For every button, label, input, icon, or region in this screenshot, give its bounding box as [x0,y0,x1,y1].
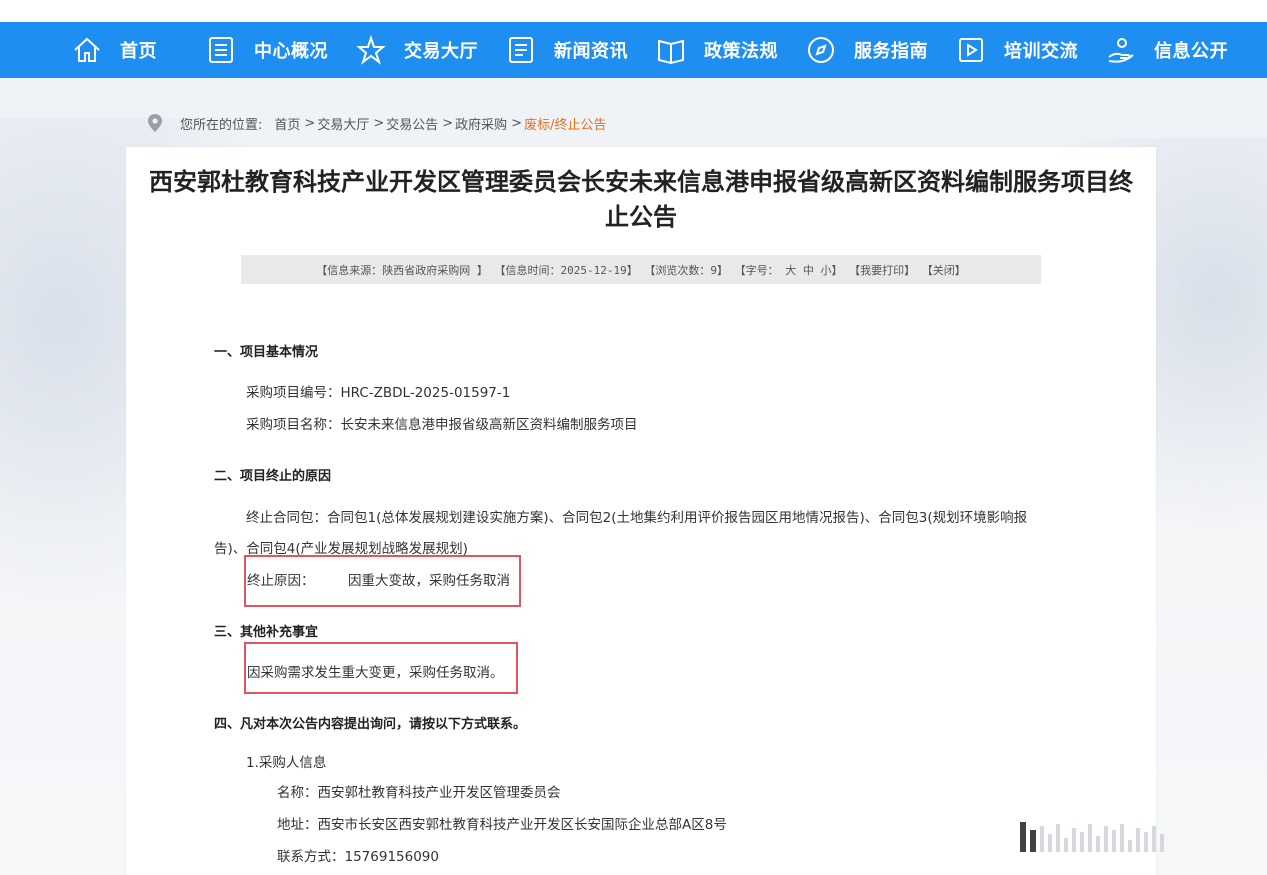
section-heading: 二、项目终止的原因 [214,469,332,484]
nav-label: 新闻资讯 [554,41,628,62]
compass-icon [806,35,836,65]
nav-item-home[interactable]: 首页 [72,22,157,78]
home-icon [72,35,102,65]
project-code: 采购项目编号：HRC-ZBDL-2025-01597-1 [246,385,511,401]
section-heading: 四、凡对本次公告内容提出询问，请按以下方式联系。 [214,717,527,732]
location-pin-icon [146,113,164,133]
hand-icon [1106,35,1136,65]
notice-meta-bar: 【信息来源：陕西省政府采购网 】 【信息时间：2025-12-19】 【浏览次数… [241,255,1041,284]
breadcrumb-separator: > [373,115,385,131]
breadcrumb-separator: > [304,115,316,131]
breadcrumb-announcements[interactable]: 交易公告 [386,114,438,133]
section-heading: 一、项目基本情况 [214,345,319,360]
buyer-name: 名称：西安郭杜教育科技产业开发区管理委员会 [277,785,561,801]
nav-item-overview[interactable]: 中心概况 [206,22,328,78]
main-nav: 首页 中心概况 交易大厅 新闻资讯 政策法规 服务指南 培训交流 信息公开 [0,22,1267,78]
font-medium-button[interactable]: 中 [803,262,814,278]
buyer-info-heading: 1.采购人信息 [246,755,327,771]
play-icon [956,35,986,65]
breadcrumb-home[interactable]: 首页 [274,114,300,133]
highlight-box [244,555,521,607]
breadcrumb-trading-hall[interactable]: 交易大厅 [317,114,369,133]
project-name: 采购项目名称：长安未来信息港申报省级高新区资料编制服务项目 [246,417,638,433]
nav-item-trading-hall[interactable]: 交易大厅 [356,22,478,78]
nav-item-service-guide[interactable]: 服务指南 [806,22,928,78]
watermark-logo [1020,820,1164,852]
nav-label: 服务指南 [854,41,928,62]
notice-title: 西安郭杜教育科技产业开发区管理委员会长安未来信息港申报省级高新区资料编制服务项目… [149,168,1133,231]
breadcrumb-gov-procurement[interactable]: 政府采购 [455,114,507,133]
nav-item-training[interactable]: 培训交流 [956,22,1078,78]
close-button[interactable]: 【关闭】 [922,262,966,278]
meta-views: 【浏览次数：9】 [644,263,728,277]
breadcrumb-current[interactable]: 废标/终止公告 [524,114,606,133]
section-heading: 三、其他补充事宜 [214,625,319,640]
nav-item-news[interactable]: 新闻资讯 [506,22,628,78]
breadcrumb-separator: > [442,115,454,131]
terminated-packages-line1: 终止合同包：合同包1(总体发展规划建设实施方案)、合同包2(土地集约利用评价报告… [246,510,1028,526]
nav-label: 中心概况 [254,41,328,62]
star-icon [356,35,386,65]
nav-label: 培训交流 [1004,41,1078,62]
nav-item-policy[interactable]: 政策法规 [656,22,778,78]
nav-label: 政策法规 [704,41,778,62]
font-small-button[interactable]: 小 [820,262,831,278]
terminated-packages-line2: 告)、合同包4(产业发展规划战略发展规划) [214,541,468,557]
news-icon [506,35,536,65]
meta-time: 【信息时间：2025-12-19】 [494,263,638,277]
nav-label: 交易大厅 [404,41,478,62]
breadcrumb: 您所在的位置: 首页 > 交易大厅 > 交易公告 > 政府采购 > 废标/终止公… [146,112,606,134]
top-strip [0,0,1267,22]
font-large-button[interactable]: 大 [785,262,796,278]
nav-label: 信息公开 [1154,41,1228,62]
document-icon [206,35,236,65]
highlight-box [244,642,518,694]
meta-font-size-label: 【字号： [734,263,779,277]
breadcrumb-separator: > [511,115,523,131]
meta-font-size-close: 】 [831,263,843,277]
nav-label: 首页 [120,41,157,62]
nav-item-disclosure[interactable]: 信息公开 [1106,22,1228,78]
meta-source: 【信息来源：陕西省政府采购网 】 [316,263,488,277]
print-button[interactable]: 【我要打印】 [849,262,915,278]
book-icon [656,35,686,65]
buyer-address: 地址：西安市长安区西安郭杜教育科技产业开发区长安国际企业总部A区8号 [277,817,727,833]
breadcrumb-prefix: 您所在的位置: [180,117,263,133]
buyer-contact: 联系方式：15769156090 [277,849,439,865]
